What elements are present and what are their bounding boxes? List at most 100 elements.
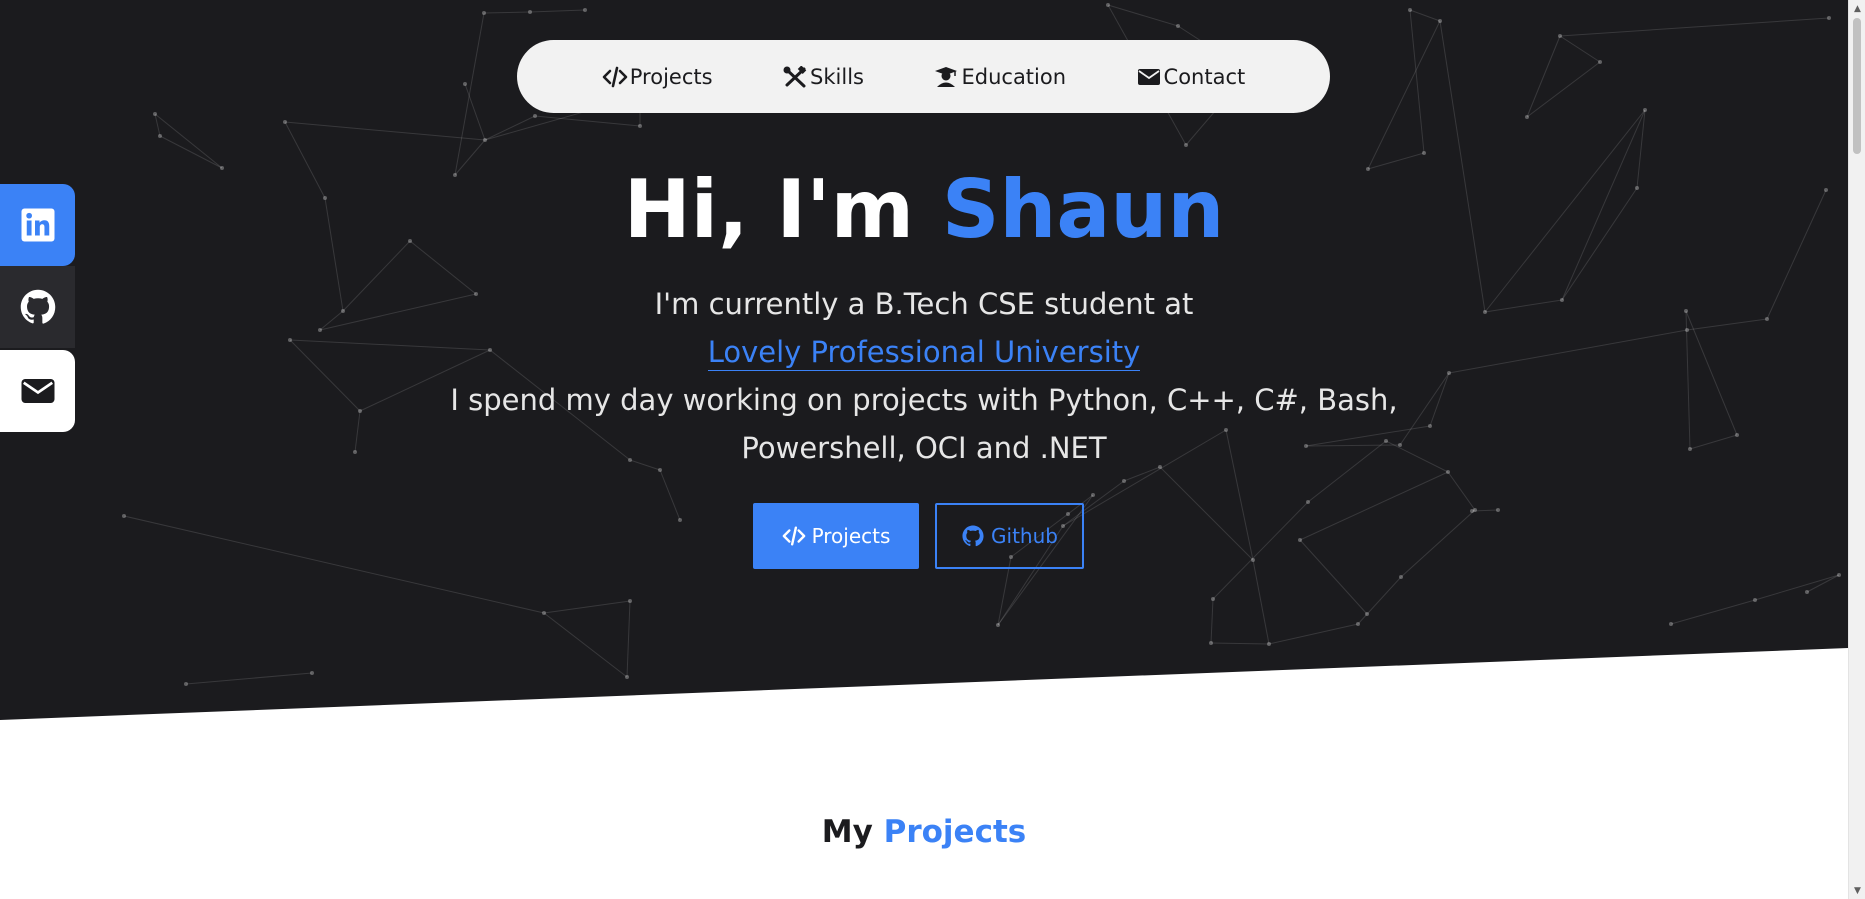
network-line — [1559, 35, 1601, 63]
network-line — [1400, 509, 1476, 578]
network-line — [1409, 9, 1425, 154]
network-node — [310, 671, 314, 675]
network-line — [1210, 642, 1270, 645]
network-node — [1598, 60, 1602, 64]
network-node — [1470, 509, 1474, 513]
linkedin-icon — [20, 207, 56, 243]
network-node — [678, 518, 682, 522]
network-node — [153, 112, 157, 116]
network-node — [528, 10, 532, 14]
code-icon — [782, 525, 806, 547]
network-line — [1252, 559, 1270, 645]
network-node — [1558, 34, 1562, 38]
network-node — [1091, 493, 1095, 497]
mail-side-button[interactable] — [0, 350, 75, 432]
projects-button[interactable]: Projects — [753, 503, 919, 569]
nav-item-label: Skills — [810, 64, 864, 89]
network-line — [529, 9, 586, 13]
hero-skills-line: I spend my day working on projects with … — [450, 383, 1398, 417]
page-scrollbar[interactable]: ▲ ▼ — [1848, 0, 1865, 899]
hero-university-line: Lovely Professional University — [0, 328, 1848, 376]
network-line — [1754, 574, 1840, 601]
nav-item-projects[interactable]: Projects — [602, 65, 713, 89]
network-line — [1367, 20, 1441, 170]
network-node — [1805, 590, 1809, 594]
network-line — [543, 612, 628, 678]
hero-greeting: Hi, I'm — [623, 163, 914, 256]
network-line — [284, 121, 486, 141]
hero-section: Projects Skills Education Contact Hi, I'… — [0, 0, 1848, 720]
network-node — [625, 675, 629, 679]
network-line — [464, 83, 486, 141]
network-node — [463, 82, 467, 86]
network-node — [1209, 641, 1213, 645]
envelope-icon — [1136, 66, 1162, 88]
network-node — [1837, 573, 1841, 577]
envelope-icon — [20, 373, 56, 409]
network-node — [1399, 575, 1403, 579]
network-node — [1356, 622, 1360, 626]
network-node — [583, 8, 587, 12]
network-line — [123, 515, 545, 614]
nav-item-label: Education — [961, 64, 1067, 89]
network-node — [1438, 19, 1442, 23]
network-node — [1827, 16, 1831, 20]
network-line — [1357, 576, 1402, 625]
network-line — [1268, 623, 1359, 645]
linkedin-side-button[interactable] — [0, 184, 75, 266]
network-line — [1559, 17, 1830, 37]
network-node — [1669, 622, 1673, 626]
network-line — [483, 11, 531, 14]
top-nav: Projects Skills Education Contact — [517, 40, 1330, 113]
network-node — [122, 514, 126, 518]
github-side-button[interactable] — [0, 266, 75, 348]
network-node — [1267, 642, 1271, 646]
nav-item-label: Projects — [629, 64, 713, 89]
scroll-down-arrow[interactable]: ▼ — [1849, 882, 1865, 899]
network-line — [185, 672, 313, 685]
network-line — [1212, 501, 1309, 600]
nav-item-label: Contact — [1163, 64, 1246, 89]
network-node — [483, 138, 487, 142]
graduate-icon — [933, 66, 959, 88]
network-line — [1299, 471, 1449, 541]
hero-title: Hi, I'm Shaun — [0, 160, 1848, 260]
network-line — [1447, 471, 1476, 511]
network-node — [158, 134, 162, 138]
scroll-thumb[interactable] — [1853, 18, 1861, 154]
network-node — [996, 623, 1000, 627]
network-line — [1210, 598, 1214, 644]
network-line — [454, 12, 485, 176]
network-node — [1496, 508, 1500, 512]
scroll-up-arrow[interactable]: ▲ — [1849, 0, 1865, 17]
github-button-label: Github — [991, 524, 1058, 548]
network-line — [626, 600, 631, 678]
network-node — [542, 611, 546, 615]
projects-section-heading: My Projects — [0, 808, 1848, 856]
page: Projects Skills Education Contact Hi, I'… — [0, 0, 1865, 899]
nav-item-education[interactable]: Education — [933, 65, 1066, 89]
hero-name: Shaun — [941, 163, 1225, 256]
network-node — [628, 599, 632, 603]
network-node — [1422, 151, 1426, 155]
network-node — [1643, 108, 1647, 112]
section-heading-accent: Projects — [883, 814, 1027, 850]
github-icon — [20, 289, 56, 325]
tools-icon — [782, 65, 808, 88]
network-node — [1753, 598, 1757, 602]
network-node — [1106, 3, 1110, 7]
network-line — [1159, 466, 1254, 561]
github-button[interactable]: Github — [935, 503, 1084, 569]
network-node — [1408, 8, 1412, 12]
hero-intro-line: I'm currently a B.Tech CSE student at — [654, 287, 1194, 321]
university-link[interactable]: Lovely Professional University — [707, 335, 1141, 371]
nav-item-contact[interactable]: Contact — [1136, 64, 1246, 89]
nav-item-skills[interactable]: Skills — [782, 65, 864, 89]
network-node — [1176, 24, 1180, 28]
network-line — [1409, 9, 1441, 22]
code-icon — [602, 66, 628, 88]
network-node — [283, 120, 287, 124]
network-node — [533, 114, 537, 118]
network-node — [1251, 558, 1255, 562]
github-icon — [961, 525, 985, 547]
